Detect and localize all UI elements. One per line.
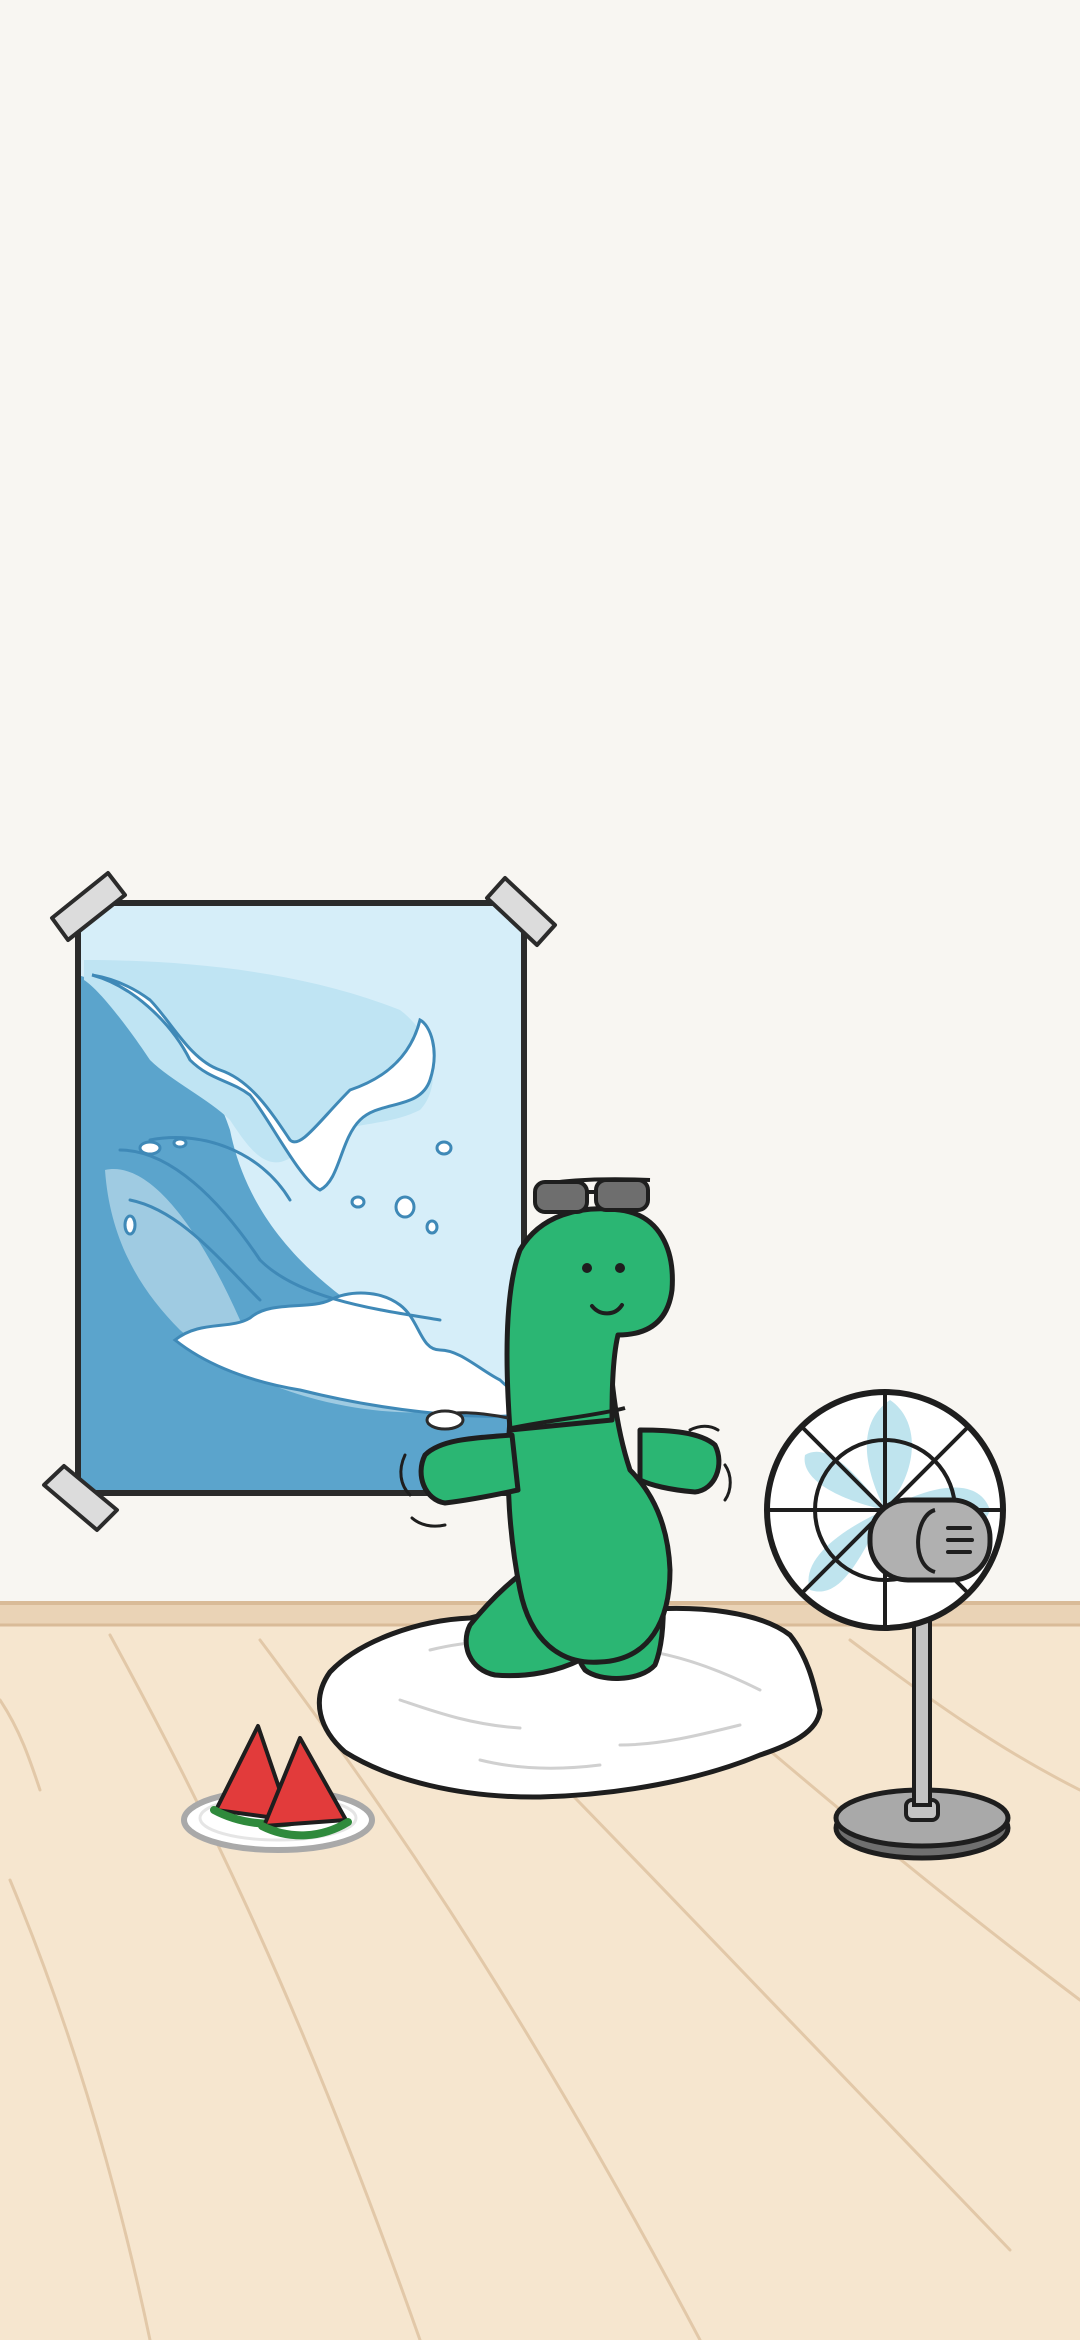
sunglasses-lens-left [533,1180,589,1214]
dino-eye-left [582,1263,592,1273]
sunglasses-lens-right [594,1178,650,1212]
great-wave-poster [42,871,557,1532]
wallpaper-scene [0,0,1080,2340]
dino-necklace-pendant [425,1409,465,1431]
dino-left-arm [418,1432,521,1506]
dino-eye-right [615,1263,625,1273]
dino-right-arm [637,1427,722,1495]
